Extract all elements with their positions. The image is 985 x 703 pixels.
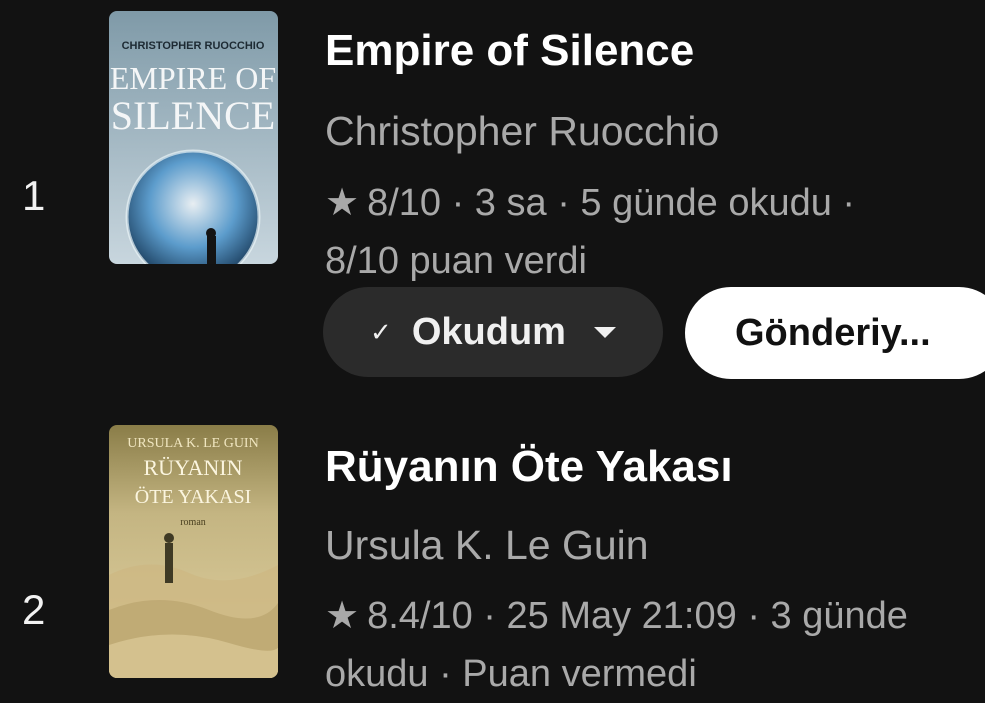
book-cover[interactable]: URSULA K. LE GUIN RÜYANIN ÖTE YAKASI rom…: [109, 425, 278, 678]
rank-number: 2: [22, 586, 46, 633]
book-meta-line1: ★ 8.4/10 · 25 May 21:09 · 3 günde: [325, 595, 908, 637]
book-title[interactable]: Rüyanın Öte Yakası: [325, 442, 733, 492]
cover-author-text: CHRISTOPHER RUOCCHIO: [122, 40, 265, 52]
cover-author-text: URSULA K. LE GUIN: [127, 436, 258, 451]
book-meta: ★ 8.4/10 · 25 May 21:09 · 3 günde okudu ·…: [325, 587, 985, 703]
book-cover-image: URSULA K. LE GUIN RÜYANIN ÖTE YAKASI rom…: [109, 425, 278, 678]
book-cover[interactable]: CHRISTOPHER RUOCCHIO EMPIRE OF SILENCE: [109, 11, 278, 264]
cover-title-line2: ÖTE YAKASI: [135, 485, 251, 508]
book-list-item[interactable]: 2 URSULA K. LE GUIN RÜYANIN ÖTE YAKASI r…: [0, 400, 985, 700]
book-meta-line2: 8/10 puan verdi: [325, 240, 587, 282]
book-cover-image: CHRISTOPHER RUOCCHIO EMPIRE OF SILENCE: [109, 11, 278, 264]
reading-status-label: Okudum: [411, 310, 566, 353]
book-meta-line2: okudu · Puan vermedi: [325, 653, 697, 695]
cover-title-line1: EMPIRE OF: [110, 60, 276, 96]
book-title[interactable]: Empire of Silence: [325, 26, 694, 76]
check-icon: ✓: [370, 316, 392, 347]
rank-number: 1: [22, 172, 46, 219]
book-author[interactable]: Ursula K. Le Guin: [325, 522, 649, 569]
book-author[interactable]: Christopher Ruocchio: [325, 108, 719, 155]
book-meta-line1: ★ 8/10 · 3 sa · 5 günde okudu ·: [325, 182, 856, 224]
book-meta: ★ 8/10 · 3 sa · 5 günde okudu · 8/10 puan…: [325, 174, 985, 290]
cover-title-line1: RÜYANIN: [144, 455, 243, 480]
star-icon: ★: [325, 595, 360, 637]
caret-down-icon: [593, 326, 616, 338]
book-list-item[interactable]: 1 CHRISTOPHER RUOCCHIO EMPIRE OF SILENCE…: [0, 0, 985, 400]
cover-subtitle: roman: [180, 517, 206, 528]
star-icon: ★: [325, 182, 360, 224]
send-button[interactable]: Gönderiy...: [685, 287, 985, 379]
reading-status-button[interactable]: ✓ Okudum: [323, 287, 663, 377]
cover-title-line2: SILENCE: [111, 93, 275, 138]
